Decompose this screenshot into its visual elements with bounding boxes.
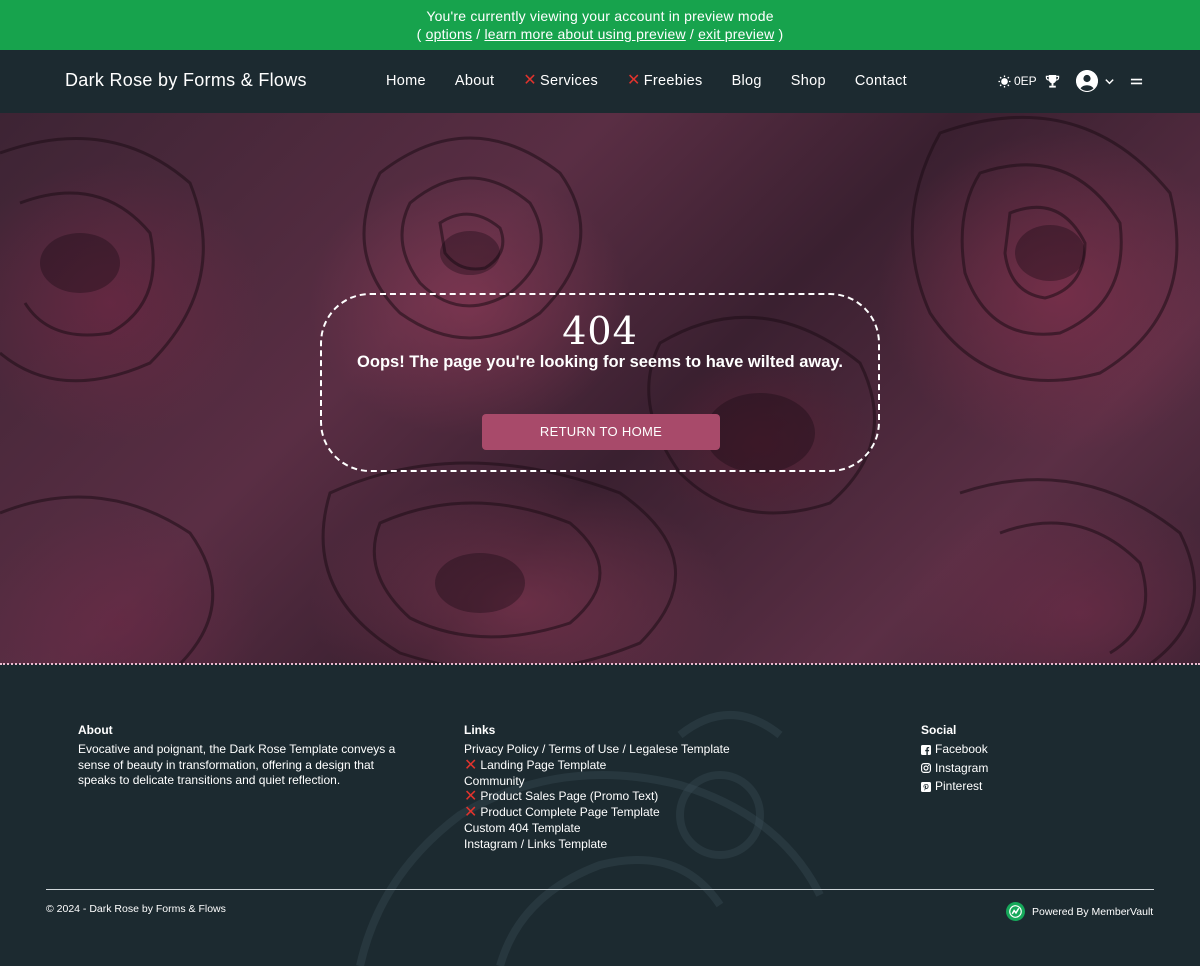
footer-link-label: Privacy Policy / Terms of Use / Legalese… <box>464 741 730 756</box>
footer-links-heading: Links <box>464 723 496 737</box>
user-avatar-icon[interactable] <box>1075 70 1098 92</box>
footer-about: About Evocative and poignant, the Dark R… <box>78 723 398 789</box>
pinterest-icon <box>921 782 931 793</box>
separator: / <box>476 26 481 42</box>
preview-learn-more-link[interactable]: learn more about using preview <box>484 26 685 42</box>
footer-link-community[interactable]: Community <box>464 774 784 790</box>
nav-shop[interactable]: Shop <box>791 73 826 89</box>
nav-shop-label: Shop <box>790 73 826 89</box>
error-code: 404 <box>562 309 638 353</box>
site-footer: About Evocative and poignant, the Dark R… <box>0 665 1200 966</box>
trophy-icon[interactable] <box>1045 74 1060 89</box>
site-brand[interactable]: Dark Rose by Forms & Flows <box>65 70 307 91</box>
header-actions: 0EP <box>998 70 1143 92</box>
copyright-text: © 2024 - Dark Rose by Forms & Flows <box>46 903 226 915</box>
social-facebook-link[interactable]: Facebook <box>921 742 1121 758</box>
paren-close: ) <box>778 26 784 42</box>
nav-about-label: About <box>454 73 495 89</box>
footer-link-landing[interactable]: ✕ Landing Page Template <box>464 756 784 774</box>
footer-link-label: Instagram / Links Template <box>464 837 608 852</box>
social-instagram-label: Instagram <box>935 760 989 775</box>
separator: / <box>689 26 694 42</box>
nav-contact-label: Contact <box>854 73 907 89</box>
preview-links: ( options / learn more about using previ… <box>0 25 1200 43</box>
paren-open: ( <box>416 26 422 42</box>
return-home-button[interactable]: RETURN TO HOME <box>482 414 720 450</box>
footer-divider <box>46 889 1154 890</box>
footer-link-label: Custom 404 Template <box>464 821 581 836</box>
membervault-logo-icon <box>1006 902 1025 921</box>
nav-contact[interactable]: Contact <box>855 73 907 89</box>
points-display[interactable]: 0EP <box>998 74 1037 88</box>
exit-preview-link[interactable]: exit preview <box>698 26 774 42</box>
preview-banner: You're currently viewing your account in… <box>0 0 1200 50</box>
nav-services-label: Services <box>540 73 599 89</box>
nav-freebies-label: Freebies <box>643 73 703 89</box>
social-instagram-link[interactable]: Instagram <box>921 761 1121 777</box>
nav-freebies[interactable]: ✕ Freebies <box>627 72 703 90</box>
footer-link-instagram-template[interactable]: Instagram / Links Template <box>464 837 784 853</box>
footer-link-privacy[interactable]: Privacy Policy / Terms of Use / Legalese… <box>464 742 784 758</box>
red-x-icon: ✕ <box>464 756 478 774</box>
footer-links: Links Privacy Policy / Terms of Use / Le… <box>464 723 784 853</box>
red-x-icon: ✕ <box>464 788 478 806</box>
footer-link-label: Community <box>464 773 525 788</box>
footer-link-label: Product Complete Page Template <box>480 805 660 820</box>
facebook-icon <box>921 744 931 755</box>
menu-icon[interactable] <box>1130 75 1143 88</box>
footer-about-heading: About <box>78 723 113 737</box>
red-x-icon: ✕ <box>627 72 641 89</box>
preview-options-link[interactable]: options <box>426 26 473 42</box>
nav-blog[interactable]: Blog <box>732 73 762 89</box>
main-nav: Home About ✕ Services ✕ Freebies Blog Shop… <box>386 72 936 90</box>
red-x-icon: ✕ <box>464 804 478 822</box>
chevron-down-icon[interactable] <box>1104 76 1115 87</box>
sun-icon <box>998 74 1011 88</box>
instagram-icon <box>921 763 931 774</box>
social-pinterest-link[interactable]: Pinterest <box>921 779 1121 795</box>
error-card: 404 Oops! The page you're looking for se… <box>320 293 880 472</box>
footer-link-complete-page[interactable]: ✕ Product Complete Page Template <box>464 805 784 821</box>
red-x-icon: ✕ <box>523 72 538 89</box>
nav-blog-label: Blog <box>731 73 762 89</box>
error-message: Oops! The page you're looking for seems … <box>357 353 843 371</box>
site-header: Dark Rose by Forms & Flows Home About ✕ S… <box>0 50 1200 113</box>
nav-home-label: Home <box>386 73 426 89</box>
footer-link-label: Landing Page Template <box>480 757 607 772</box>
preview-message: You're currently viewing your account in… <box>426 8 774 24</box>
footer-about-text: Evocative and poignant, the Dark Rose Te… <box>78 741 396 788</box>
social-pinterest-label: Pinterest <box>935 779 983 794</box>
footer-social: Social Facebook Instagram Pinterest <box>921 723 1121 798</box>
social-facebook-label: Facebook <box>935 741 988 756</box>
points-value: 0EP <box>1014 74 1037 88</box>
nav-services[interactable]: ✕ Services <box>523 72 599 90</box>
powered-by-membervault[interactable]: Powered By MemberVault <box>1006 902 1153 921</box>
footer-link-sales-page[interactable]: ✕ Product Sales Page (Promo Text) <box>464 789 784 805</box>
hero-rose-background: 404 Oops! The page you're looking for se… <box>0 113 1200 664</box>
powered-by-label: Powered By MemberVault <box>1032 905 1154 918</box>
nav-home[interactable]: Home <box>386 73 426 89</box>
nav-about[interactable]: About <box>455 73 494 89</box>
footer-link-404[interactable]: Custom 404 Template <box>464 821 784 837</box>
footer-link-label: Product Sales Page (Promo Text) <box>480 789 659 804</box>
footer-social-heading: Social <box>921 723 957 737</box>
